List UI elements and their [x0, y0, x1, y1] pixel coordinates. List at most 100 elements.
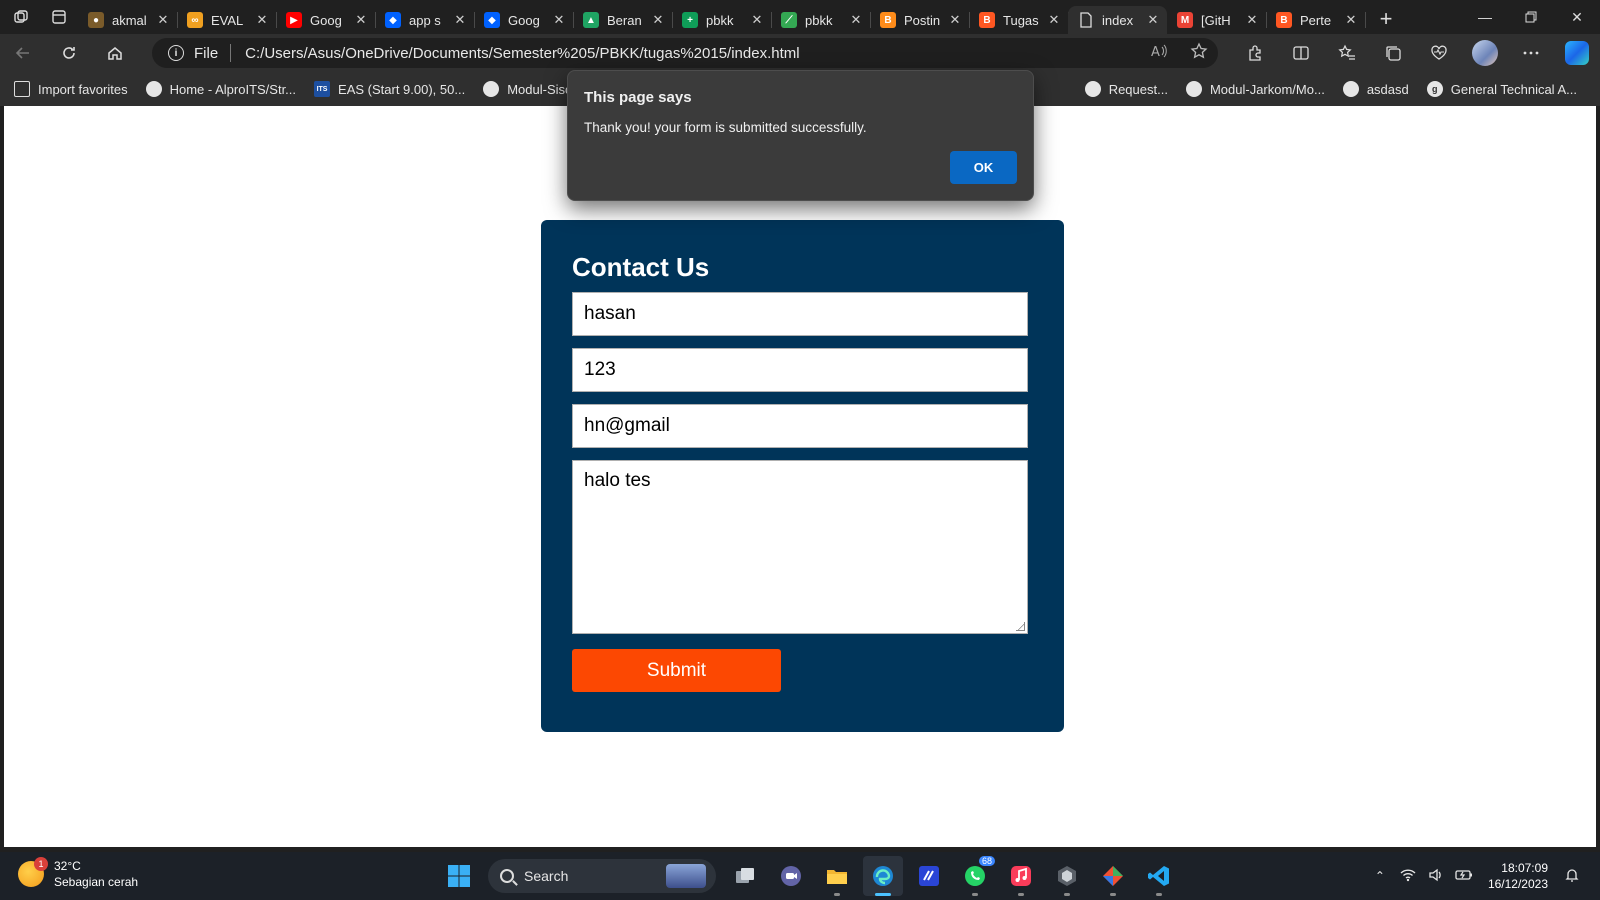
- split-screen-icon[interactable]: [1278, 34, 1324, 72]
- edge-browser-app[interactable]: [863, 856, 903, 896]
- taskbar-apps: Search 68: [436, 856, 1182, 896]
- git-kraken-app[interactable]: [1093, 856, 1133, 896]
- clock[interactable]: 18:07:09 16/12/2023: [1488, 860, 1548, 892]
- read-aloud-icon[interactable]: A: [1150, 42, 1168, 64]
- close-tab-icon[interactable]: ✕: [452, 12, 468, 28]
- favorite-item-1[interactable]: Home - AlproITS/Str...: [145, 81, 296, 97]
- name-input[interactable]: hasan: [572, 292, 1028, 336]
- favorites-icon[interactable]: [1324, 34, 1370, 72]
- tab-11[interactable]: M [GitH ✕: [1167, 6, 1267, 34]
- tab-3[interactable]: ◆ app s ✕: [375, 6, 475, 34]
- workspaces-icon[interactable]: [4, 0, 38, 34]
- extensions-icon[interactable]: [1232, 34, 1278, 72]
- whatsapp-app[interactable]: 68: [955, 856, 995, 896]
- g-icon: g: [1426, 81, 1443, 97]
- url-scheme: File: [194, 44, 219, 62]
- profile-avatar[interactable]: [1462, 34, 1508, 72]
- tab-7[interactable]: ⟋ pbkk ✕: [771, 6, 871, 34]
- running-indicator: [1110, 893, 1116, 896]
- browser-essentials-icon[interactable]: [1416, 34, 1462, 72]
- tab-title: Beran: [607, 12, 642, 28]
- phone-input[interactable]: 123: [572, 348, 1028, 392]
- tab-title: EVAL: [211, 12, 244, 28]
- drive-icon: ▲: [583, 12, 599, 28]
- unity-hub-app[interactable]: [1047, 856, 1087, 896]
- taskbar-search[interactable]: Search: [488, 859, 716, 893]
- tab-title: Postin: [904, 12, 941, 28]
- info-icon[interactable]: i: [168, 45, 184, 61]
- dropbox-icon: ◆: [484, 12, 500, 28]
- tab-10[interactable]: index ✕: [1068, 6, 1167, 34]
- close-tab-icon[interactable]: ✕: [551, 12, 567, 28]
- start-button[interactable]: [439, 856, 479, 896]
- blogger-icon: B: [880, 12, 896, 28]
- vscode-blue-app[interactable]: [909, 856, 949, 896]
- minimize-button[interactable]: —: [1462, 0, 1508, 34]
- collections-icon[interactable]: [1370, 34, 1416, 72]
- notifications-icon[interactable]: [1562, 867, 1582, 886]
- new-tab-button[interactable]: +: [1369, 5, 1403, 33]
- tab-title: Perte: [1300, 12, 1332, 28]
- tab-strip: ● akmal ✕ ∞ EVAL ✕ ▶ Goog ✕ ◆ app s ✕ ◆ Goog ✕ ▲ Beran ✕ +…: [0, 0, 1600, 34]
- close-tab-icon[interactable]: ✕: [1046, 12, 1062, 28]
- svg-text:A: A: [1151, 45, 1160, 60]
- close-tab-icon[interactable]: ✕: [1145, 12, 1161, 28]
- tab-9[interactable]: B Tugas ✕: [969, 6, 1069, 34]
- windows-taskbar: 1 32°C Sebagian cerah Search 68 ⌃ 18:07:…: [0, 852, 1600, 900]
- settings-more-icon[interactable]: [1508, 34, 1554, 72]
- browser-toolbar: i File C:/Users/Asus/OneDrive/Documents/…: [0, 34, 1600, 72]
- close-tab-icon[interactable]: ✕: [155, 12, 171, 28]
- submit-button[interactable]: Submit: [572, 649, 781, 692]
- home-button[interactable]: [92, 34, 138, 72]
- blogger-icon: B: [1276, 12, 1292, 28]
- close-tab-icon[interactable]: ✕: [353, 12, 369, 28]
- weather-widget[interactable]: 1 32°C Sebagian cerah: [18, 857, 138, 890]
- toolbar-right: [1232, 34, 1600, 72]
- tab-12[interactable]: B Perte ✕: [1266, 6, 1366, 34]
- battery-icon[interactable]: [1454, 869, 1474, 884]
- close-tab-icon[interactable]: ✕: [749, 12, 765, 28]
- tab-2[interactable]: ▶ Goog ✕: [276, 6, 376, 34]
- ok-button[interactable]: OK: [950, 151, 1017, 184]
- favorite-label: Request...: [1108, 81, 1168, 97]
- favorite-item-6[interactable]: asdasd: [1342, 81, 1409, 97]
- url-text[interactable]: C:/Users/Asus/OneDrive/Documents/Semeste…: [245, 45, 799, 62]
- tab-1[interactable]: ∞ EVAL ✕: [177, 6, 277, 34]
- copilot-icon[interactable]: [1554, 34, 1600, 72]
- restore-button[interactable]: [1508, 0, 1554, 34]
- favorite-item-7[interactable]: g General Technical A...: [1426, 81, 1577, 97]
- tab-5[interactable]: ▲ Beran ✕: [573, 6, 673, 34]
- favorite-item-4[interactable]: Request...: [1084, 81, 1168, 97]
- message-textarea[interactable]: halo tes: [572, 460, 1028, 634]
- file-explorer-app[interactable]: [817, 856, 857, 896]
- close-tab-icon[interactable]: ✕: [947, 12, 963, 28]
- favorite-item-5[interactable]: Modul-Jarkom/Mo...: [1185, 81, 1325, 97]
- tab-6[interactable]: + pbkk ✕: [672, 6, 772, 34]
- email-input[interactable]: hn@gmail: [572, 404, 1028, 448]
- address-bar[interactable]: i File C:/Users/Asus/OneDrive/Documents/…: [152, 38, 1218, 68]
- chevron-up-icon[interactable]: ⌃: [1370, 869, 1390, 883]
- tab-4[interactable]: ◆ Goog ✕: [474, 6, 574, 34]
- close-tab-icon[interactable]: ✕: [650, 12, 666, 28]
- favorite-star-icon[interactable]: [1190, 42, 1208, 64]
- close-tab-icon[interactable]: ✕: [848, 12, 864, 28]
- close-tab-icon[interactable]: ✕: [254, 12, 270, 28]
- teams-chat-app[interactable]: [771, 856, 811, 896]
- favorite-item-2[interactable]: ITS EAS (Start 9.00), 50...: [314, 81, 465, 97]
- tab-actions-icon[interactable]: [42, 0, 76, 34]
- back-button[interactable]: [0, 34, 46, 72]
- close-window-button[interactable]: ✕: [1554, 0, 1600, 34]
- tab-0[interactable]: ● akmal ✕: [78, 6, 178, 34]
- favorite-item-0[interactable]: Import favorites: [14, 81, 128, 97]
- running-indicator: [1018, 893, 1024, 896]
- task-view-button[interactable]: [725, 856, 765, 896]
- volume-icon[interactable]: [1426, 868, 1446, 885]
- search-label: Search: [524, 868, 569, 884]
- wifi-icon[interactable]: [1398, 868, 1418, 885]
- vscode-app[interactable]: [1139, 856, 1179, 896]
- refresh-button[interactable]: [46, 34, 92, 72]
- tab-8[interactable]: B Postin ✕: [870, 6, 970, 34]
- close-tab-icon[interactable]: ✕: [1343, 12, 1359, 28]
- music-app[interactable]: [1001, 856, 1041, 896]
- close-tab-icon[interactable]: ✕: [1244, 12, 1260, 28]
